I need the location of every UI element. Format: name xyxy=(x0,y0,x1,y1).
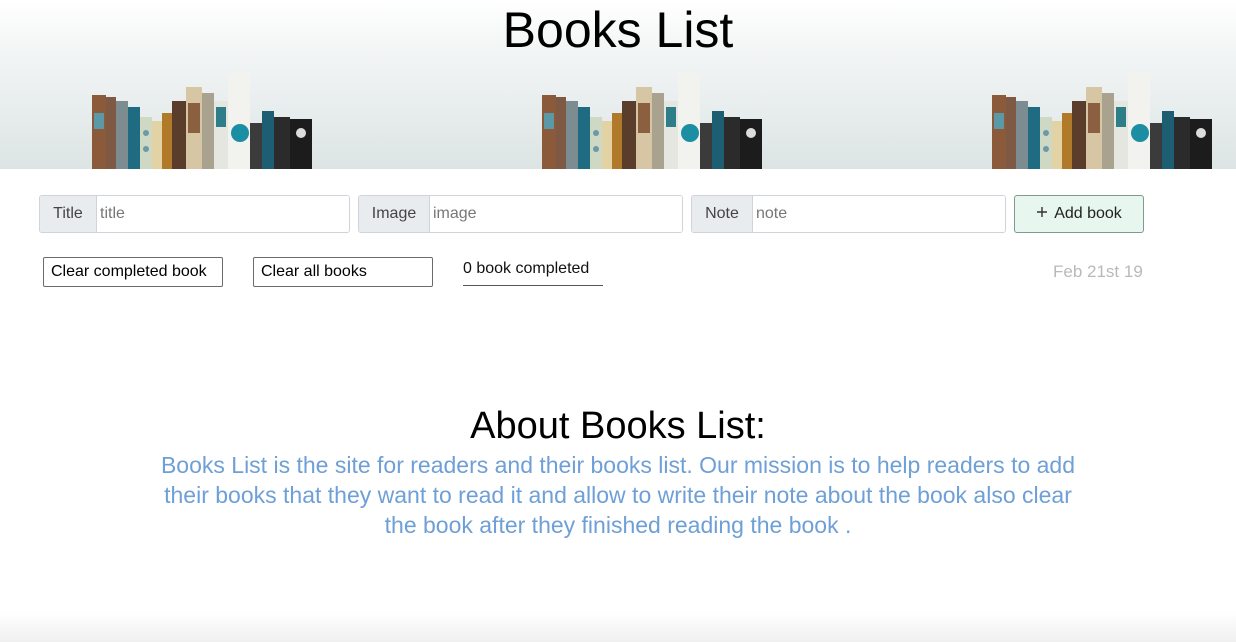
about-title: About Books List: xyxy=(470,405,766,447)
note-input-group: Note xyxy=(691,195,1006,233)
books-illustration xyxy=(992,73,1214,169)
image-input-group: Image xyxy=(358,195,683,233)
note-input[interactable] xyxy=(753,196,1005,232)
image-input[interactable] xyxy=(430,196,682,232)
date-label: Feb 21st 19 xyxy=(1053,262,1143,281)
clear-completed-button[interactable]: Clear completed book xyxy=(43,257,223,287)
add-book-button[interactable]: Add book xyxy=(1014,195,1144,233)
note-label: Note xyxy=(692,196,753,232)
title-input[interactable] xyxy=(97,196,349,232)
title-input-group: Title xyxy=(39,195,350,233)
clear-all-button[interactable]: Clear all books xyxy=(253,257,433,287)
plus-icon xyxy=(1036,205,1048,223)
title-label: Title xyxy=(40,196,97,232)
header-banner: Books List xyxy=(0,0,1236,169)
completed-count: 0 book completed xyxy=(463,260,603,286)
add-book-label: Add book xyxy=(1054,205,1122,222)
page-title: Books List xyxy=(502,2,734,58)
books-illustration xyxy=(92,73,314,169)
footer-fade xyxy=(0,612,1236,642)
books-illustration xyxy=(542,73,764,169)
image-label: Image xyxy=(359,196,430,232)
about-text: Books List is the site for readers and t… xyxy=(160,452,1076,538)
